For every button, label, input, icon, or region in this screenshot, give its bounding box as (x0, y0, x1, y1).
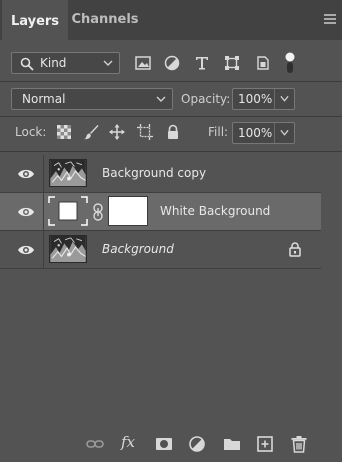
pixel-layer-filter-icon[interactable] (135, 55, 151, 71)
lock-all-icon[interactable] (165, 124, 181, 140)
lock-image-pixels-brush-icon[interactable] (83, 124, 99, 140)
add-layer-style-fx-button[interactable]: fx (121, 433, 135, 451)
divider (43, 155, 44, 192)
chevron-down-icon (103, 60, 113, 66)
lock-position-move-icon[interactable] (109, 124, 125, 140)
kind-filter-label: Kind (40, 56, 67, 70)
opacity-field[interactable]: 100% (232, 88, 295, 110)
layers-list: Background copy White Background Backgro… (0, 155, 321, 269)
layer-name[interactable]: Background (102, 242, 174, 256)
layer-name[interactable]: White Background (160, 204, 270, 218)
adjustment-layer-filter-icon[interactable] (164, 55, 180, 71)
opacity-value[interactable]: 100% (238, 92, 272, 106)
layer-lock-icon[interactable] (289, 241, 301, 257)
fill-field[interactable]: 100% (232, 122, 295, 144)
chevron-down-icon (280, 129, 289, 136)
type-layer-filter-icon[interactable] (194, 55, 210, 71)
opacity-label: Opacity: (181, 92, 231, 106)
blend-mode-select[interactable]: Normal (11, 88, 173, 110)
shape-layer-filter-icon[interactable] (224, 55, 240, 71)
smart-object-filter-icon[interactable] (255, 55, 271, 71)
delete-layer-trash-icon[interactable] (290, 435, 308, 453)
lock-label: Lock: (15, 125, 47, 139)
divider (43, 231, 44, 268)
panel-tab-bar: Layers Channels (0, 0, 342, 40)
blend-mode-label: Normal (22, 92, 66, 106)
add-layer-mask-icon[interactable] (155, 435, 173, 453)
kind-filter-select[interactable]: Kind (11, 52, 120, 74)
fill-label: Fill: (208, 125, 229, 139)
filter-toggle-switch[interactable] (285, 52, 295, 74)
new-layer-icon[interactable] (256, 435, 274, 453)
eye-icon[interactable] (17, 205, 35, 219)
panel-menu-icon[interactable] (324, 14, 336, 24)
layer-thumbnail[interactable] (49, 235, 87, 263)
lock-artboard-nesting-icon[interactable] (137, 124, 153, 140)
new-adjustment-layer-icon[interactable] (188, 435, 206, 453)
layer-thumbnail[interactable] (48, 196, 88, 226)
chevron-down-icon (280, 95, 289, 102)
layer-name[interactable]: Background copy (102, 166, 206, 180)
layers-scrollbar[interactable] (321, 155, 342, 442)
layer-row-background-copy[interactable]: Background copy (0, 155, 321, 193)
new-group-folder-icon[interactable] (223, 435, 241, 453)
tab-layers[interactable]: Layers (2, 0, 68, 40)
tab-channels[interactable]: Channels (68, 0, 142, 40)
divider (0, 151, 342, 152)
layer-mask-thumbnail[interactable] (108, 196, 148, 226)
divider (0, 81, 342, 82)
layers-panel: Layers Channels Kind Normal Opacity: 100… (0, 0, 342, 462)
opacity-dropdown[interactable] (274, 89, 294, 109)
fill-dropdown[interactable] (274, 123, 294, 143)
eye-icon[interactable] (17, 167, 35, 181)
chain-link-icon[interactable] (93, 203, 103, 221)
link-layers-icon[interactable] (86, 435, 104, 453)
layer-row-background[interactable]: Background (0, 231, 321, 269)
layer-row-white-background[interactable]: White Background (0, 193, 321, 231)
fill-value[interactable]: 100% (238, 126, 272, 140)
divider (0, 116, 342, 117)
lock-transparent-pixels-icon[interactable] (56, 124, 72, 140)
layer-thumbnail[interactable] (49, 159, 87, 187)
chevron-down-icon (156, 96, 166, 102)
divider (43, 193, 44, 230)
layers-bottom-toolbar: fx (0, 426, 342, 462)
eye-icon[interactable] (17, 243, 35, 257)
search-icon (20, 57, 34, 71)
